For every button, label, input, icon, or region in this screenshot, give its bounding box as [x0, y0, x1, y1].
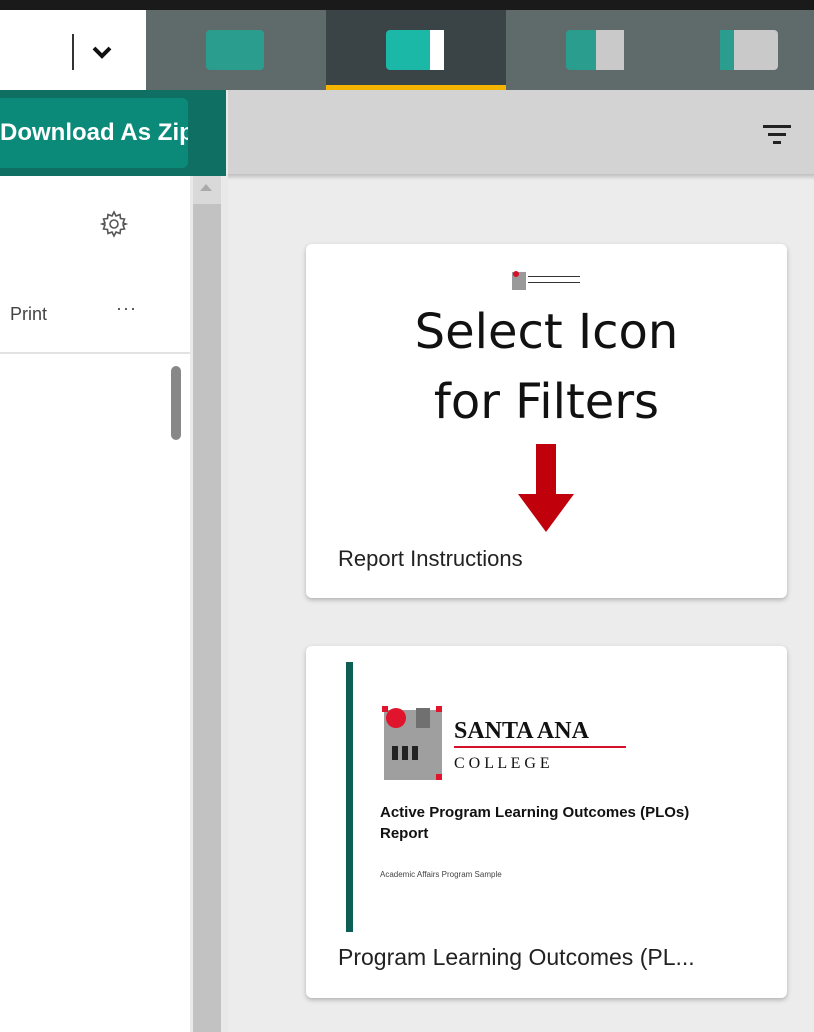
college-logo-small: [512, 271, 580, 290]
dropdown-separator: [72, 34, 74, 70]
thumbnail-text-line2: for Filters: [433, 374, 660, 430]
tab-slide-2[interactable]: [326, 10, 506, 90]
download-zip-button[interactable]: Download As Zip: [0, 98, 188, 168]
logo-sub-text: C O L L E G E: [454, 755, 550, 772]
santa-ana-college-logo: SANTA ANA C O L L E G E: [382, 706, 626, 780]
gear-icon[interactable]: [100, 210, 128, 238]
thumbnail-accent-bar: [346, 662, 353, 932]
half-right-slide-icon: [720, 30, 778, 70]
panel-divider: [0, 352, 190, 354]
card-title: Report Instructions: [338, 546, 523, 571]
inner-scrollbar-thumb[interactable]: [171, 366, 181, 440]
thumbnail-report-title: Active Program Learning Outcomes (PLOs) …: [380, 804, 690, 842]
tab-slide-3[interactable]: [506, 10, 686, 90]
thumbnail-report-subtitle: Academic Affairs Program Sample: [380, 870, 502, 879]
view-dropdown[interactable]: [0, 10, 146, 90]
scroll-up-arrow-icon[interactable]: [200, 184, 212, 191]
half-slide-icon: [566, 30, 624, 70]
top-strip: [0, 0, 814, 10]
filter-icon[interactable]: [761, 120, 793, 150]
scrollbar-thumb[interactable]: [193, 204, 221, 1032]
tab-slide-1[interactable]: [146, 10, 326, 90]
more-options-button[interactable]: ···: [116, 298, 137, 319]
down-arrow-icon: [518, 444, 574, 532]
print-button[interactable]: Print: [10, 304, 47, 325]
tab-slide-4[interactable]: [686, 10, 814, 90]
slide-icon: [206, 30, 264, 70]
header-shadow: [228, 174, 814, 180]
slide-tab-bar: [146, 10, 814, 90]
card-title: Program Learning Outcomes (PL...: [338, 944, 695, 970]
report-card-instructions[interactable]: Select Icon for Filters Report Instructi…: [306, 244, 787, 598]
right-panel-header: [228, 90, 814, 174]
thumbnail-text-line1: Select Icon: [414, 304, 679, 360]
split-slide-icon: [386, 30, 444, 70]
logo-name-text: SANTA ANA: [454, 718, 590, 744]
report-card-plo[interactable]: SANTA ANA C O L L E G E Active Program L…: [306, 646, 787, 998]
chevron-down-icon[interactable]: [88, 38, 116, 66]
